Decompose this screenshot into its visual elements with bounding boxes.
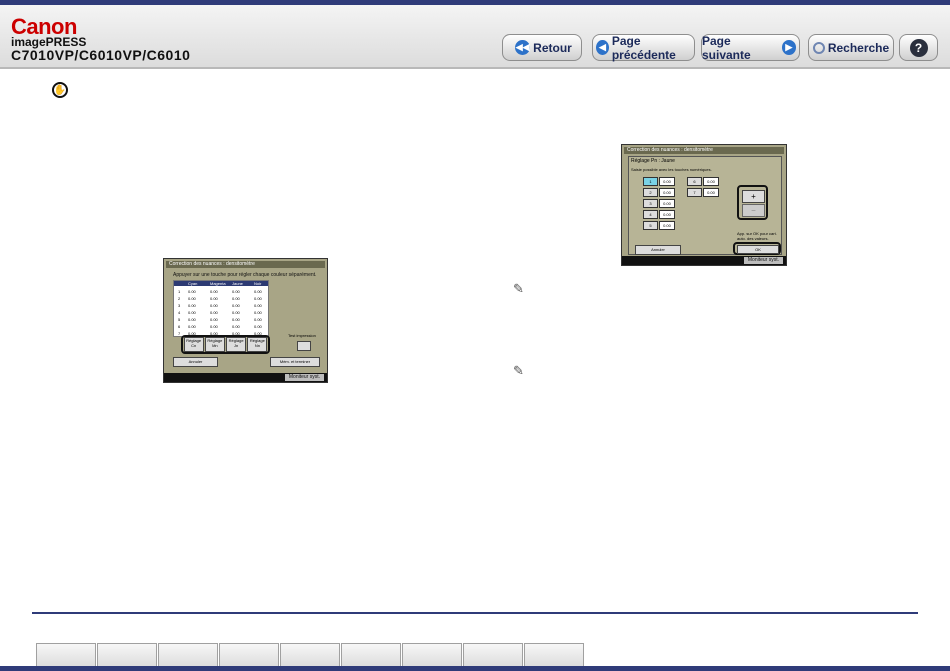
rewind-icon: ◀◀ [515,40,531,55]
arrow-right-icon: ▶ [781,40,796,55]
value-field: 0.00 [659,210,675,219]
cancel-button[interactable]: Annuler [173,357,218,367]
test-print-label: Test impression [288,333,316,338]
dialog-instruction: Saisie possible avec les touches numériq… [631,167,712,172]
screen-status-bar: Moniteur syst. [164,373,327,382]
row-number-button[interactable]: 1 [643,177,658,186]
screen-status-bar: Moniteur syst. [622,256,786,265]
row-number-button[interactable]: 3 [643,199,658,208]
adjust-buttons-group: Réglage Cn Réglage Mn Réglage Jn Réglage… [181,335,270,354]
plus-button[interactable]: + [742,190,765,203]
screenshot-density-correction: Correction des nuances : densitomètre Ap… [163,258,328,383]
ok-button[interactable]: OK [737,245,779,254]
adjust-magenta-button[interactable]: Réglage Mn [204,337,225,352]
dialog-subtitle: Réglage Pn : Jaune [631,158,675,164]
previous-page-label: Page précédente [611,33,676,62]
previous-page-button[interactable]: ◀ Page précédente [592,33,695,62]
screen-title: Correction des nuances : densitomètre [624,147,784,154]
screen-title: Correction des nuances : densitomètre [166,261,325,268]
system-monitor-button[interactable]: Moniteur syst. [743,257,783,264]
chapter-tab[interactable] [158,643,218,667]
dialog-panel: Réglage Pn : Jaune Saisie possible avec … [628,156,782,255]
chapter-tab[interactable] [97,643,157,667]
test-print-button[interactable] [297,341,311,351]
back-button[interactable]: ◀◀ Retour [502,34,582,61]
value-field: 0.00 [703,177,719,186]
chapter-tab[interactable] [524,643,584,667]
plus-minus-group: + − [737,185,768,220]
chapter-tab[interactable] [280,643,340,667]
value-field: 0.00 [703,188,719,197]
search-icon [812,41,825,54]
arrow-left-icon: ◀ [596,40,609,55]
row-number-button[interactable]: 2 [643,188,658,197]
screen-instruction: Appuyer sur une touche pour régler chaqu… [173,272,317,278]
header: Canon imagePRESS C7010VP/C6010VP/C6010 ◀… [0,5,950,69]
value-field: 0.00 [659,221,675,230]
minus-button[interactable]: − [742,204,765,217]
help-icon: ? [909,38,928,57]
adjust-cyan-button[interactable]: Réglage Cn [183,337,204,352]
chapter-tab[interactable] [463,643,523,667]
note-pencil-icon: ✎ [513,363,524,378]
chapter-tab[interactable] [219,643,279,667]
important-hand-icon: ✋ [52,82,68,98]
screenshot-adjust-yellow: Correction des nuances : densitomètre Ré… [621,144,787,266]
cancel-button[interactable]: Annuler [635,245,681,255]
row-number-button[interactable]: 4 [643,210,658,219]
value-field: 0.00 [659,177,675,186]
bottom-accent-bar [0,666,950,671]
chapter-tab[interactable] [36,643,96,667]
value-field: 0.00 [659,188,675,197]
adjust-black-button[interactable]: Réglage Nn [247,337,268,352]
row-number-button[interactable]: 6 [687,177,702,186]
row-number-button[interactable]: 7 [687,188,702,197]
next-page-button[interactable]: Page suivante ▶ [701,33,800,62]
back-button-label: Retour [533,40,572,55]
search-button-label: Recherche [827,40,890,55]
adjust-yellow-button[interactable]: Réglage Jn [226,337,247,352]
note-pencil-icon: ✎ [513,281,524,296]
next-page-label: Page suivante [702,33,751,62]
footer-divider [32,612,918,614]
model-names: C7010VP/C6010VP/C6010 [11,47,191,63]
system-monitor-button[interactable]: Moniteur syst. [284,374,324,381]
row-number-button[interactable]: 5 [643,221,658,230]
density-table: Cyan Magenta Jaune Noir 1234567 0.00 0.00… [173,280,269,337]
ok-button-highlight: OK [733,242,781,255]
search-button[interactable]: Recherche [808,34,894,61]
ok-hint: App. sur OK pour cart. auto. des valeurs… [737,231,777,241]
chapter-tab[interactable] [341,643,401,667]
chapter-tabs [36,643,585,667]
help-button[interactable]: ? [899,34,938,61]
value-field: 0.00 [659,199,675,208]
memorize-button[interactable]: Mém. et terminer [270,357,320,367]
chapter-tab[interactable] [402,643,462,667]
